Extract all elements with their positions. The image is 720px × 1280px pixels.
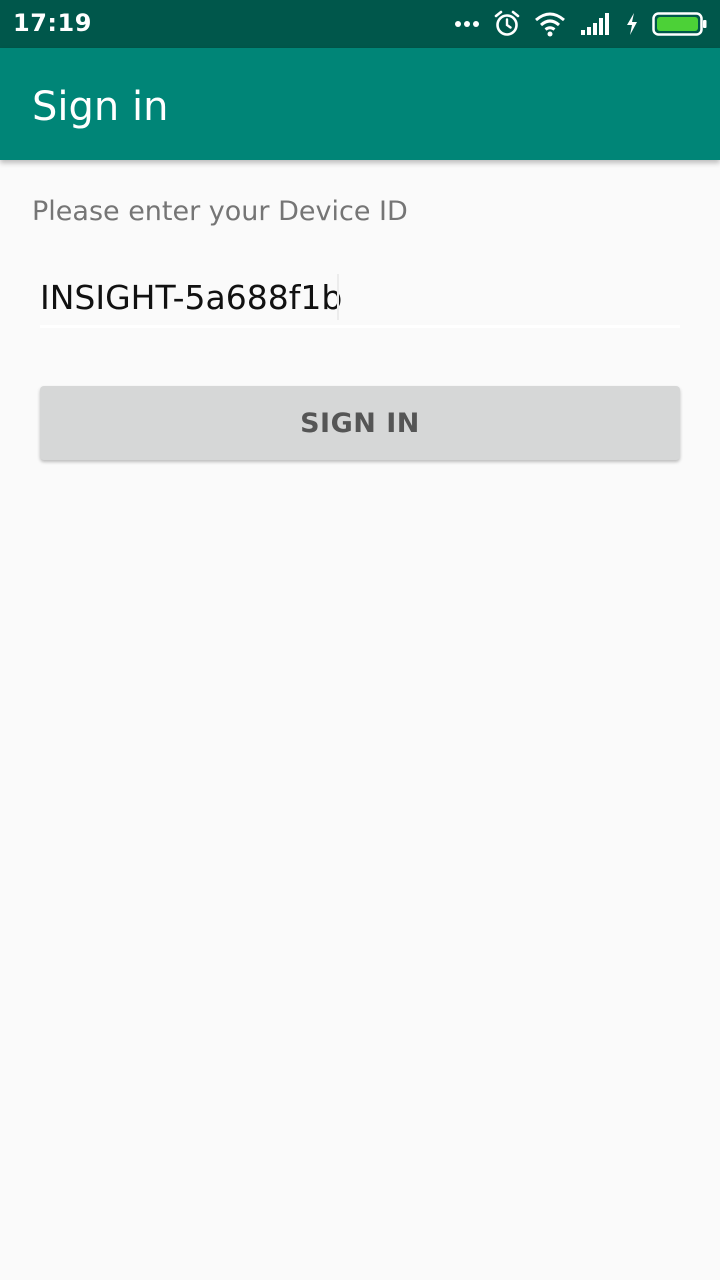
input-underline bbox=[40, 325, 680, 328]
device-id-prompt: Please enter your Device ID bbox=[32, 196, 408, 227]
battery-icon bbox=[652, 12, 707, 36]
sign-in-button-label: SIGN IN bbox=[300, 407, 420, 439]
page-title: Sign in bbox=[32, 84, 169, 130]
alarm-icon bbox=[494, 10, 520, 36]
device-id-field[interactable] bbox=[40, 270, 680, 330]
device-id-input[interactable] bbox=[40, 270, 680, 324]
app-bar: Sign in bbox=[0, 48, 720, 160]
sign-in-button[interactable]: SIGN IN bbox=[40, 386, 680, 460]
signal-icon bbox=[581, 13, 609, 35]
status-bar: 17:19 bbox=[0, 0, 720, 48]
status-icons bbox=[454, 8, 708, 40]
status-time: 17:19 bbox=[13, 9, 92, 37]
wifi-icon bbox=[535, 12, 565, 37]
text-cursor bbox=[337, 274, 339, 320]
charging-bolt-icon bbox=[627, 13, 637, 35]
more-dots-icon bbox=[455, 21, 479, 27]
